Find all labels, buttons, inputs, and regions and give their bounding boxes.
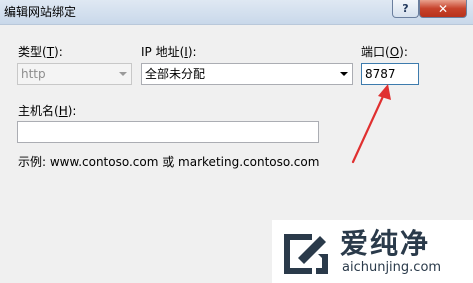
brand-url: aichunjing.com [342, 260, 442, 275]
brand-logo-icon [284, 234, 328, 274]
watermark: 爱纯净 aichunjing.com [272, 220, 473, 283]
brand-name: 爱纯净 [340, 227, 431, 260]
